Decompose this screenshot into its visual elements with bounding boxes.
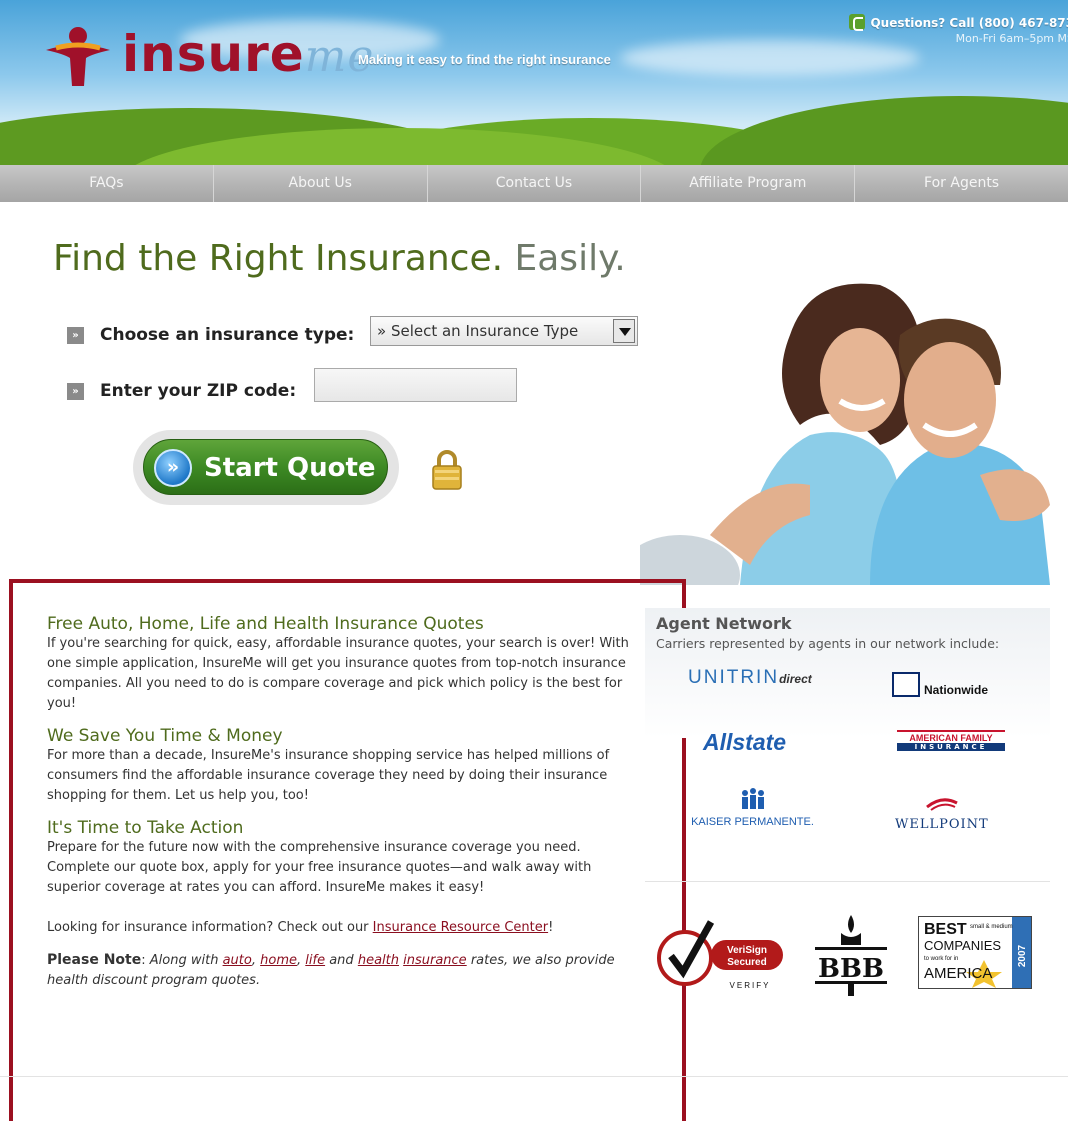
- bullet-arrow-icon: »: [67, 382, 84, 400]
- best-small-label: small & medium: [970, 924, 1013, 930]
- companies-label: COMPANIES: [924, 938, 1001, 953]
- health-link[interactable]: health: [358, 953, 399, 968]
- site-logo[interactable]: insureme Making it easy to find the righ…: [42, 20, 662, 90]
- america-label: AMERICA: [924, 965, 992, 982]
- logo-tagline: Making it easy to find the right insuran…: [358, 52, 611, 67]
- allstate-logo[interactable]: Allstate: [703, 729, 786, 756]
- agent-network-title: Agent Network: [656, 614, 792, 633]
- verify-label: VERIFY: [730, 981, 771, 990]
- agent-network-subtitle: Carriers represented by agents in our ne…: [656, 636, 1000, 651]
- lock-icon: [432, 450, 462, 490]
- zip-label: Enter your ZIP code:: [100, 381, 297, 401]
- contact-info: Questions? Call (800) 467-873 Mon-Fri 6a…: [849, 14, 1068, 45]
- nav-for-agents[interactable]: For Agents: [855, 165, 1068, 202]
- bbb-label: BBB: [818, 954, 884, 984]
- couple-photo: [640, 275, 1068, 585]
- nav-about-us[interactable]: About Us: [214, 165, 428, 202]
- bullet-arrow-icon: »: [67, 326, 84, 344]
- verisign-label: VeriSign: [727, 945, 767, 956]
- double-arrow-icon: »: [154, 449, 192, 487]
- insurance-type-select-value: » Select an Insurance Type: [377, 322, 579, 340]
- section-body: For more than a decade, InsureMe's insur…: [47, 748, 610, 803]
- start-quote-label: Start Quote: [204, 453, 376, 483]
- insurance-type-label: Choose an insurance type:: [100, 325, 355, 345]
- hill-decoration: [700, 96, 1068, 165]
- verisign-seal[interactable]: VeriSign Secured VERIFY: [655, 914, 787, 996]
- kaiser-permanente-logo[interactable]: KAISER PERMANENTE.: [680, 787, 825, 828]
- nav-contact-us[interactable]: Contact Us: [428, 165, 642, 202]
- contact-hours: Mon-Fri 6am–5pm MS: [955, 32, 1068, 45]
- zip-row: » Enter your ZIP code:: [67, 381, 296, 401]
- dropdown-arrow-icon[interactable]: [613, 319, 635, 343]
- section-body: Prepare for the future now with the comp…: [47, 840, 592, 895]
- note-label: Please Note: [47, 952, 142, 968]
- resource-paragraph: Looking for insurance information? Check…: [47, 920, 554, 935]
- wellpoint-logo[interactable]: WELLPOINT: [895, 797, 989, 832]
- main-nav: FAQs About Us Contact Us Affiliate Progr…: [0, 165, 1068, 202]
- phone-icon: [849, 14, 866, 31]
- start-quote-wrap: » Start Quote: [133, 430, 399, 505]
- wellpoint-swoosh-icon: [925, 798, 958, 811]
- section-body: If you're searching for quick, easy, aff…: [47, 636, 629, 711]
- panel-divider: [645, 881, 1050, 882]
- hero-title: Find the Right Insurance. Easily.: [53, 238, 626, 279]
- home-link[interactable]: home: [260, 953, 297, 968]
- year-label: 2007: [1017, 944, 1028, 967]
- footer-divider: [0, 1076, 1068, 1077]
- section-title: We Save You Time & Money: [47, 726, 283, 746]
- nationwide-logo[interactable]: Nationwide: [892, 672, 988, 697]
- nav-affiliate-program[interactable]: Affiliate Program: [641, 165, 856, 202]
- logo-person-icon: [46, 27, 110, 86]
- unitrin-logo[interactable]: UNITRINdirect: [688, 667, 812, 689]
- best-companies-seal[interactable]: BEST small & medium COMPANIES to work fo…: [918, 916, 1032, 989]
- bbb-seal[interactable]: BBB: [811, 911, 891, 999]
- kaiser-people-icon: [741, 788, 764, 809]
- phone-number: Questions? Call (800) 467-873: [870, 16, 1068, 30]
- nav-faqs[interactable]: FAQs: [0, 165, 214, 202]
- main-content: Free Auto, Home, Life and Health Insuran…: [47, 614, 637, 991]
- insurance-link[interactable]: insurance: [403, 953, 467, 968]
- auto-link[interactable]: auto: [223, 953, 252, 968]
- logo-wordmark: insureme: [122, 25, 375, 83]
- secured-label: Secured: [727, 957, 766, 968]
- insurance-resource-center-link[interactable]: Insurance Resource Center: [373, 920, 548, 935]
- life-link[interactable]: life: [305, 953, 325, 968]
- site-header: insureme Making it easy to find the righ…: [0, 0, 1068, 165]
- section-title: It's Time to Take Action: [47, 818, 244, 838]
- please-note-paragraph: Please Note: Along with auto, home, life…: [47, 952, 615, 988]
- insurance-type-row: » Choose an insurance type:: [67, 325, 354, 345]
- nationwide-frame-icon: [892, 672, 920, 697]
- start-quote-button[interactable]: » Start Quote: [143, 439, 388, 495]
- section-title: Free Auto, Home, Life and Health Insuran…: [47, 614, 484, 634]
- best-label: BEST: [924, 921, 967, 938]
- cloud-decoration: [620, 40, 920, 76]
- work-for-label: to work for in: [924, 956, 958, 962]
- zip-input[interactable]: [314, 368, 517, 402]
- american-family-logo[interactable]: AMERICAN FAMILY INSURANCE: [897, 730, 1005, 751]
- insurance-type-select[interactable]: » Select an Insurance Type: [370, 316, 638, 346]
